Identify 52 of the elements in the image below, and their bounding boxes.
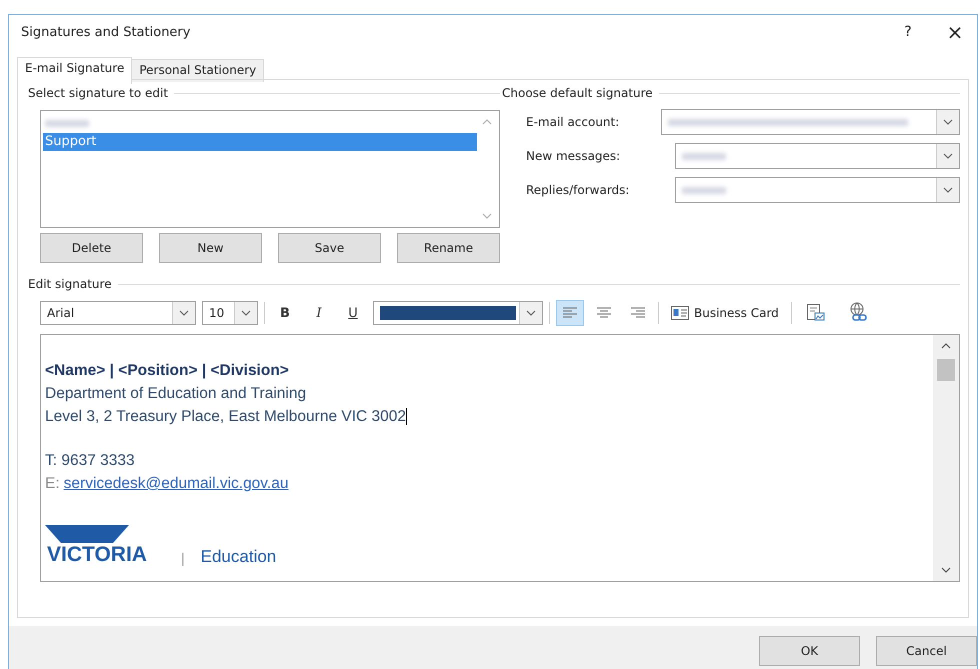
signature-line: Level 3, 2 Treasury Place, East Melbourne VIC 3002 <box>45 407 408 427</box>
italic-button[interactable]: I <box>305 300 333 326</box>
close-button[interactable]: × <box>933 20 977 44</box>
group-title: Edit signature <box>28 277 112 291</box>
contact-card-icon[interactable] <box>671 306 689 320</box>
window-title: Signatures and Stationery <box>21 24 192 40</box>
business-card-button[interactable]: Business Card <box>665 300 785 326</box>
chevron-down-icon[interactable] <box>943 153 953 159</box>
chevron-down-icon[interactable] <box>241 310 251 316</box>
dialog-button[interactable]: Cancel <box>876 636 977 666</box>
signature-line: Department of Education and Training <box>45 384 308 404</box>
field-label: New messages: <box>526 149 622 163</box>
align-center-icon[interactable] <box>597 307 611 319</box>
signature-button[interactable]: Delete <box>40 233 143 263</box>
chevron-down-icon[interactable] <box>943 119 953 125</box>
logo-text: Education <box>200 547 276 567</box>
dropdown-field[interactable] <box>661 109 960 135</box>
signature-line: T: 9637 3333 <box>45 451 136 471</box>
logo-divider: | <box>181 549 185 567</box>
dropdown-field[interactable] <box>675 177 960 203</box>
field-label: Replies/forwards: <box>526 183 630 197</box>
insert-picture-icon[interactable] <box>806 303 826 323</box>
chevron-down-icon[interactable] <box>179 310 189 316</box>
chevron-down-icon[interactable] <box>526 310 536 316</box>
signature-button[interactable]: New <box>159 233 262 263</box>
group-title: Select signature to edit <box>28 86 168 100</box>
chevron-down-icon[interactable] <box>943 187 953 193</box>
align-right-icon[interactable] <box>631 307 645 319</box>
scroll-down-icon[interactable] <box>941 567 951 573</box>
tab[interactable]: E-mail Signature <box>17 57 132 84</box>
scroll-thumb[interactable] <box>937 359 955 381</box>
field-label: E-mail account: <box>526 115 620 129</box>
logo-drawing: VICTORIA <box>45 525 165 567</box>
signature-button[interactable]: Rename <box>397 233 500 263</box>
dropdown-field[interactable] <box>675 143 960 169</box>
help-button[interactable]: ? <box>883 24 933 40</box>
email-label: E: <box>45 474 60 494</box>
underline-button[interactable]: U <box>339 300 367 326</box>
group-title: Choose default signature <box>502 86 653 100</box>
font-dropdown[interactable]: Arial <box>40 301 196 325</box>
signature-editor[interactable]: <Name> | <Position> | <Division> Department of Education and Training Level 3, 2 Treasury Place, East Melbourne VIC 3002 T: 9637 3333 E: servicedesk@edumail.vic.gov.au VICTORIA | Education <box>40 334 960 582</box>
scroll-up-icon[interactable] <box>941 343 951 349</box>
signature-line: <Name> | <Position> | <Division> <box>45 361 290 381</box>
dialog-button[interactable]: OK <box>759 636 860 666</box>
email-link[interactable]: servicedesk@edumail.vic.gov.au <box>64 472 288 495</box>
align-left-button[interactable] <box>556 300 584 326</box>
size-dropdown[interactable]: 10 <box>202 301 258 325</box>
font-color-dropdown[interactable] <box>373 301 543 325</box>
signature-button[interactable]: Save <box>278 233 381 263</box>
bold-button[interactable]: B <box>271 300 299 326</box>
align-left-icon[interactable] <box>563 307 577 319</box>
tab[interactable]: Personal Stationery <box>131 59 264 82</box>
